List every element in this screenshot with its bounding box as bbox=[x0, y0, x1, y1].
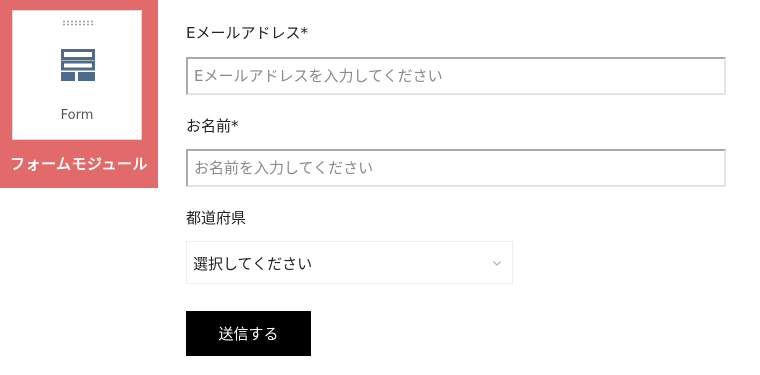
email-field[interactable] bbox=[186, 57, 726, 95]
name-field[interactable] bbox=[186, 149, 726, 187]
prefecture-selected-value: 選択してください bbox=[193, 255, 313, 273]
form-layout-icon bbox=[61, 49, 95, 81]
module-title: フォームモジュール bbox=[9, 155, 148, 173]
prefecture-label: 都道府県 bbox=[186, 209, 247, 227]
email-label: Eメールアドレス* bbox=[186, 24, 308, 42]
chevron-down-icon bbox=[493, 261, 501, 266]
prefecture-select[interactable]: 選択してください bbox=[186, 241, 513, 284]
page: Form フォームモジュール Eメールアドレス* お名前* 都道府県 選択してく… bbox=[0, 0, 760, 375]
module-card-label: Form bbox=[60, 108, 94, 123]
drag-handle-icon[interactable] bbox=[62, 20, 94, 26]
submit-button[interactable]: 送信する bbox=[186, 311, 311, 356]
form-module-badge: Form フォームモジュール bbox=[0, 0, 158, 188]
form-module-card[interactable]: Form bbox=[12, 10, 142, 140]
name-label: お名前* bbox=[186, 117, 239, 135]
